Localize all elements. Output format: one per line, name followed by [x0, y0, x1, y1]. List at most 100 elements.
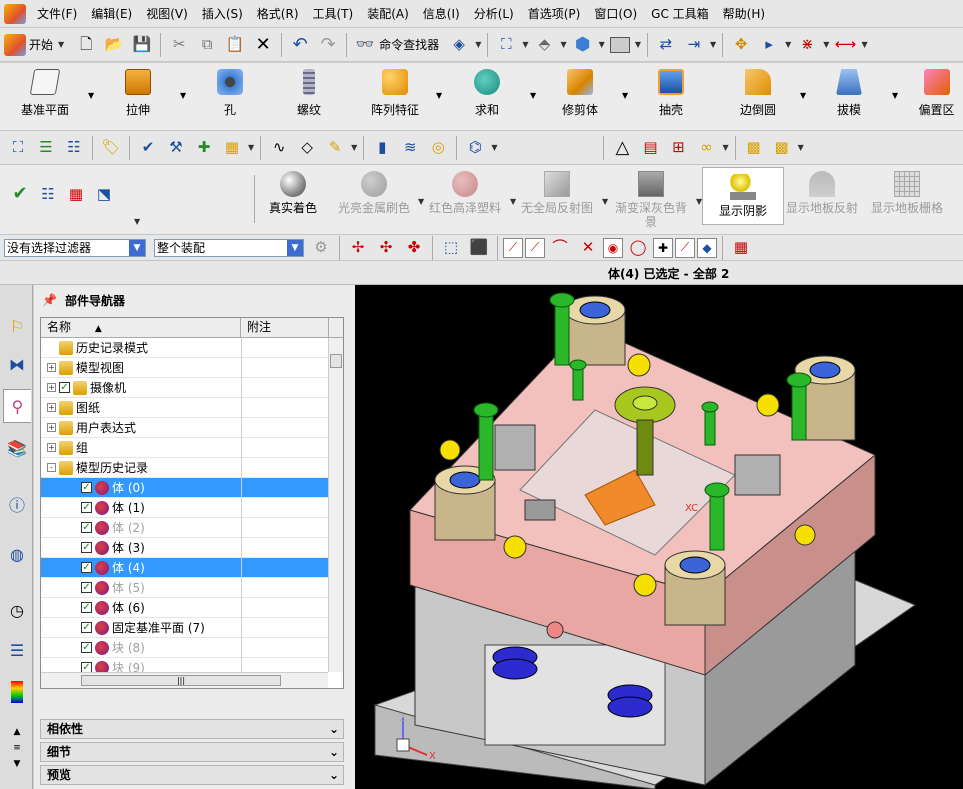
reuse-library-tab[interactable]: 📚 [3, 431, 31, 465]
wcs-icon[interactable]: ✥ [730, 34, 752, 56]
new-file-icon[interactable]: 🗋 [75, 34, 97, 56]
visibility-checkbox[interactable]: ✓ [59, 382, 70, 393]
snap-on-face-icon[interactable]: ◆ [697, 237, 717, 258]
roles-tab[interactable] [3, 675, 31, 709]
fit-view-icon[interactable]: ⛶ [495, 34, 517, 56]
tree-row[interactable]: + 组 [41, 438, 328, 458]
red-plastic-button[interactable]: 红色高泽塑料 [424, 165, 506, 231]
chevron-down-icon[interactable]: ▼ [892, 91, 898, 100]
menu-analysis[interactable]: 分析(L) [467, 0, 521, 28]
history-tab[interactable]: ◷ [3, 593, 31, 627]
select-feature-icon[interactable]: ✣ [375, 237, 397, 259]
tree-row[interactable]: ✓ 体 (6) [41, 598, 328, 618]
visibility-checkbox[interactable]: ✓ [81, 662, 92, 672]
preview-panel[interactable]: 预览 ⌄ [40, 765, 344, 785]
chevron-down-icon[interactable]: ▼ [180, 91, 186, 100]
command-finder-button[interactable]: 命令查找器 [379, 36, 439, 53]
selection-scope-select[interactable]: 整个装配 ▼ [154, 238, 304, 257]
save-icon[interactable]: 💾 [131, 34, 153, 56]
chevron-down-icon[interactable]: ▼ [861, 40, 867, 49]
circles-icon[interactable]: ∞ [695, 137, 717, 159]
snap-intersection-icon[interactable]: ✕ [577, 237, 599, 259]
chevron-down-icon[interactable]: ▼ [134, 217, 140, 226]
undo-icon[interactable]: ↶ [289, 34, 311, 56]
chevron-down-icon[interactable]: ▼ [599, 40, 605, 49]
snap-endpoint-icon[interactable]: ⟋ [503, 237, 523, 258]
hole-button[interactable]: 孔 [195, 65, 265, 125]
thread-button[interactable]: 螺纹 [274, 65, 344, 125]
tag-icon[interactable]: 🏷 [100, 137, 122, 159]
chevron-down-icon[interactable]: ▼ [436, 91, 442, 100]
tree-row[interactable]: ✓ 体 (1) [41, 498, 328, 518]
dependencies-panel[interactable]: 相依性 ⌄ [40, 719, 344, 739]
snap-quadrant-icon[interactable]: ◯ [627, 237, 649, 259]
wire-icon[interactable]: ⌬ [464, 137, 486, 159]
chevron-down-icon[interactable]: ▼ [248, 143, 254, 152]
blocks2-icon[interactable]: ▩ [771, 137, 793, 159]
tree-row[interactable]: ✓ 体 (0) [41, 478, 328, 498]
chevron-down-icon[interactable]: ▼ [785, 40, 791, 49]
menu-file[interactable]: 文件(F) [30, 0, 84, 28]
floor-reflection-button[interactable]: 显示地板反射 [781, 165, 863, 231]
table-icon[interactable]: ▤ [639, 137, 661, 159]
pattern-feature-button[interactable]: 阵列特征 [360, 65, 430, 125]
hammer-icon[interactable]: ⚒ [165, 137, 187, 159]
draft-button[interactable]: 拔模 [814, 65, 884, 125]
show-shadow-button[interactable]: 显示阴影 [702, 167, 784, 225]
render-style-icon[interactable]: ⬢ [572, 34, 594, 56]
axis-icon[interactable]: ⋇ [796, 34, 818, 56]
pin-icon[interactable]: 📌 [42, 293, 57, 307]
delete-icon[interactable]: ✕ [252, 34, 274, 56]
move-component-icon[interactable]: ⇄ [655, 34, 677, 56]
sketch-icon[interactable]: ✎ [324, 137, 346, 159]
visibility-checkbox[interactable]: ✓ [81, 602, 92, 613]
system-materials-tab[interactable]: ☰ [3, 633, 31, 667]
expand-icon[interactable]: + [47, 443, 56, 452]
paste-icon[interactable]: 📋 [224, 34, 246, 56]
tree-row[interactable]: ✓ 体 (3) [41, 538, 328, 558]
snap-center-icon[interactable]: ◉ [603, 237, 623, 258]
chevron-down-icon[interactable]: ▼ [561, 40, 567, 49]
triangle-icon[interactable]: △ [611, 137, 633, 159]
tree-row[interactable]: ✓ 块 (9) [41, 658, 328, 672]
blocks-icon[interactable]: ▩ [743, 137, 765, 159]
chevron-down-icon[interactable]: ▼ [710, 40, 716, 49]
scroll-up-button[interactable]: ▲ [3, 725, 31, 739]
measure-icon[interactable]: ⟷ [834, 34, 857, 56]
tree-row[interactable]: ✓ 体 (4) [41, 558, 328, 578]
menu-view[interactable]: 视图(V) [139, 0, 195, 28]
check-component-icon[interactable]: ✔ [137, 137, 159, 159]
open-folder-icon[interactable]: 📂 [103, 34, 125, 56]
visibility-checkbox[interactable]: ✓ [81, 562, 92, 573]
menu-window[interactable]: 窗口(O) [587, 0, 644, 28]
graphics-window[interactable]: Z X XC [355, 285, 963, 789]
scrollbar-thumb[interactable] [330, 354, 342, 368]
metal-shading-button[interactable]: 光亮金属刷色 [333, 165, 415, 231]
true-shading-button[interactable]: 真实着色 [252, 165, 334, 231]
collapse-icon[interactable]: - [47, 463, 56, 472]
tree-row[interactable]: ✓ 体 (5) [41, 578, 328, 598]
box-select-icon[interactable]: ⬚ [440, 237, 462, 259]
list-icon[interactable]: ☷ [37, 183, 59, 205]
chevron-down-icon[interactable]: ▼ [351, 143, 357, 152]
menu-info[interactable]: 信息(I) [416, 0, 467, 28]
expand-icon[interactable]: + [47, 423, 56, 432]
type-filter-select[interactable]: 没有选择过滤器 ▼ [4, 238, 146, 257]
start-button[interactable]: 开始 ▼ [4, 33, 66, 56]
no-reflection-button[interactable]: 无全局反射图 [516, 165, 598, 231]
curve-icon[interactable]: ∿ [268, 137, 290, 159]
expand-icon[interactable]: + [47, 363, 56, 372]
expand-icon[interactable]: + [47, 383, 56, 392]
visibility-checkbox[interactable]: ✓ [81, 622, 92, 633]
visibility-checkbox[interactable]: ✓ [81, 482, 92, 493]
component-add-icon[interactable]: ✚ [193, 137, 215, 159]
selection-icon[interactable]: ◈ [448, 34, 470, 56]
menu-assembly[interactable]: 装配(A) [360, 0, 416, 28]
solid-select-icon[interactable]: ⬛ [468, 237, 490, 259]
grid-icon[interactable]: ⊞ [667, 137, 689, 159]
chevron-down-icon[interactable]: ▼ [530, 91, 536, 100]
layers-icon[interactable]: ☰ [35, 137, 57, 159]
assembly-navigator-tab[interactable]: ⚐ [3, 309, 31, 343]
tree-row[interactable]: ✓ 固定基准平面 (7) [41, 618, 328, 638]
mold-assembly-model[interactable]: Z X XC [355, 285, 963, 789]
